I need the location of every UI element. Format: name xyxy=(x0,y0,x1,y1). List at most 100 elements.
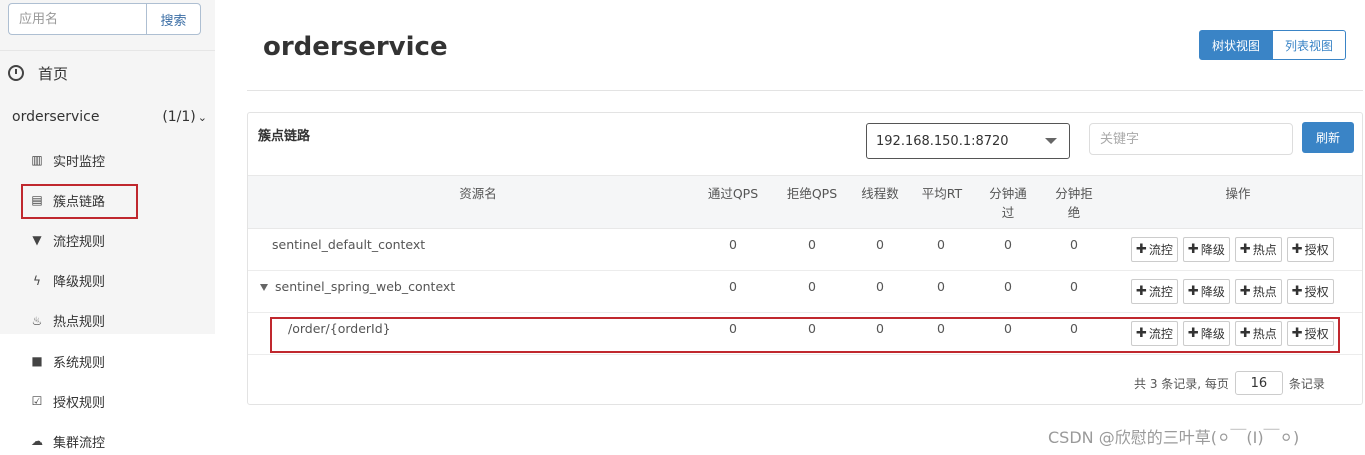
watermark: CSDN @欣慰的三叶草(⚪￣(I)￣⚪) xyxy=(1048,428,1300,447)
plus-icon: ✚ xyxy=(1187,284,1199,299)
cell-block-qps: 0 xyxy=(808,237,816,252)
col-block-qps: 拒绝QPS xyxy=(786,186,838,201)
header-divider xyxy=(247,90,1363,91)
pagination-suffix: 条记录 xyxy=(1288,376,1325,391)
resource-name-cell: sentinel_spring_web_context xyxy=(260,279,455,294)
cell-min-block: 0 xyxy=(1070,237,1078,252)
plus-icon: ✚ xyxy=(1291,242,1303,257)
col-pass-qps: 通过QPS xyxy=(707,186,759,201)
col-threads: 线程数 xyxy=(861,186,899,201)
app-search-input[interactable] xyxy=(8,3,146,35)
cell-pass-qps: 0 xyxy=(729,237,737,252)
cell-threads: 0 xyxy=(876,237,884,252)
button-label: 降级 xyxy=(1200,243,1225,257)
sidebar-item-hotspot-rules[interactable]: ♨ 热点规则 xyxy=(0,301,215,341)
button-label: 流控 xyxy=(1148,243,1173,257)
app-machine-count: (1/1) xyxy=(162,109,196,125)
sidebar-item-realtime[interactable]: ▥ 实时监控 xyxy=(0,140,215,180)
add-hotspot-rule-button[interactable]: ✚ 热点 xyxy=(1234,279,1282,304)
sidebar-item-system-rules[interactable]: ■ 系统规则 xyxy=(0,341,215,381)
app-search: 搜索 xyxy=(8,3,201,35)
button-label: 授权 xyxy=(1304,243,1329,257)
app-name: orderservice xyxy=(12,109,100,125)
plus-icon: ✚ xyxy=(1239,242,1251,257)
sidebar-item-label: 簇点链路 xyxy=(53,194,106,210)
app-group-header[interactable]: orderservice (1/1) ⌄ xyxy=(12,104,207,130)
add-flow-rule-button[interactable]: ✚ 流控 xyxy=(1131,237,1178,262)
cell-min-block: 0 xyxy=(1070,279,1078,294)
caret-down-icon[interactable] xyxy=(260,284,268,291)
plus-icon: ✚ xyxy=(1239,284,1251,299)
col-ops: 操作 xyxy=(1225,186,1251,201)
tree-view-button[interactable]: 树状视图 xyxy=(1199,30,1274,60)
resource-name: sentinel_default_context xyxy=(272,237,426,252)
sidebar-item-degrade-rules[interactable]: ϟ 降级规则 xyxy=(0,261,215,301)
view-switch: 树状视图 列表视图 xyxy=(1199,30,1347,60)
col-min-pass-line1: 分钟通 xyxy=(989,186,1027,201)
page-size-input[interactable]: 16 xyxy=(1234,371,1283,395)
button-label: 降级 xyxy=(1200,285,1225,299)
cell-min-pass: 0 xyxy=(1004,237,1012,252)
button-label: 热点 xyxy=(1252,243,1277,257)
sidebar-item-auth-rules[interactable]: ☑ 授权规则 xyxy=(0,381,215,421)
pagination-total: 共 3 条记录, 每页 xyxy=(1134,376,1229,391)
pagination: 共 3 条记录, 每页 16 条记录 xyxy=(1134,371,1325,395)
cell-block-qps: 0 xyxy=(808,279,816,294)
sidebar-item-label: 热点规则 xyxy=(53,315,106,331)
cloud-icon: ☁ xyxy=(31,434,43,449)
check-square-icon: ☑ xyxy=(31,394,43,409)
cell-avg-rt: 0 xyxy=(937,279,945,294)
sidebar-item-label: 流控规则 xyxy=(53,234,106,250)
sidebar-item-cluster-flow[interactable]: ☁ 集群流控 xyxy=(0,421,215,455)
add-degrade-rule-button[interactable]: ✚ 降级 xyxy=(1182,237,1230,262)
sidebar-item-label: 降级规则 xyxy=(53,275,106,291)
machine-select-value: 192.168.150.1:8720 xyxy=(876,133,1009,149)
add-degrade-rule-button[interactable]: ✚ 降级 xyxy=(1182,279,1230,304)
resource-panel: 簇点链路 192.168.150.1:8720 刷新 资源名 通过QPS 拒绝Q… xyxy=(247,112,1363,405)
sidebar-item-label: 实时监控 xyxy=(53,154,106,170)
button-label: 热点 xyxy=(1252,285,1277,299)
app-search-button[interactable]: 搜索 xyxy=(146,3,201,35)
sidebar-item-label: 首页 xyxy=(38,64,69,83)
row-actions: ✚ 流控 ✚ 降级 ✚ 热点 ✚ 授权 xyxy=(1131,237,1334,262)
col-resource: 资源名 xyxy=(459,186,497,201)
plus-icon: ✚ xyxy=(1136,242,1147,257)
sidebar-item-label: 系统规则 xyxy=(53,355,106,371)
sidebar-item-home[interactable]: 首页 xyxy=(8,58,68,88)
chevron-down-icon: ⌄ xyxy=(197,110,207,124)
col-min-block-line1: 分钟拒 xyxy=(1055,186,1093,201)
cell-min-pass: 0 xyxy=(1004,279,1012,294)
col-min-pass-line2: 过 xyxy=(1001,205,1015,220)
keyword-input[interactable] xyxy=(1089,123,1293,155)
sidebar-item-label: 授权规则 xyxy=(53,395,106,411)
sidebar-menu: ▥ 实时监控 ▤ 簇点链路 ▼ 流控规则 ϟ 降级规则 ♨ 热点规则 ■ 系统规… xyxy=(0,140,215,455)
add-hotspot-rule-button[interactable]: ✚ 热点 xyxy=(1234,237,1282,262)
refresh-button[interactable]: 刷新 xyxy=(1302,122,1354,153)
col-min-block: 分钟拒 绝 xyxy=(1047,184,1101,222)
sidebar-item-cluster-chain[interactable]: ▤ 簇点链路 xyxy=(0,180,215,220)
cell-pass-qps: 0 xyxy=(729,279,737,294)
sidebar: 搜索 首页 orderservice (1/1)⌄ ▥ 实时监控 ▤ 簇点链路 … xyxy=(0,0,215,455)
col-min-pass: 分钟通 过 xyxy=(981,184,1035,222)
filter-icon: ▼ xyxy=(32,233,42,248)
button-label: 流控 xyxy=(1148,285,1173,299)
add-flow-rule-button[interactable]: ✚ 流控 xyxy=(1131,279,1178,304)
row-actions: ✚ 流控 ✚ 降级 ✚ 热点 ✚ 授权 xyxy=(1131,279,1334,304)
machine-select[interactable]: 192.168.150.1:8720 xyxy=(866,123,1070,159)
fire-icon: ♨ xyxy=(31,313,43,328)
plus-icon: ✚ xyxy=(1136,284,1147,299)
add-auth-rule-button[interactable]: ✚ 授权 xyxy=(1286,237,1334,262)
dashboard-icon xyxy=(8,65,24,81)
plus-icon: ✚ xyxy=(1291,284,1303,299)
highlight-annotation xyxy=(270,317,1340,353)
sidebar-item-flow-rules[interactable]: ▼ 流控规则 xyxy=(0,220,215,260)
flash-icon: ϟ xyxy=(33,273,41,288)
col-min-block-line2: 绝 xyxy=(1067,205,1081,220)
table-header: 资源名 通过QPS 拒绝QPS 线程数 平均RT 分钟通 过 分钟拒 绝 操作 xyxy=(248,175,1362,229)
page-title: orderservice xyxy=(263,32,448,62)
add-auth-rule-button[interactable]: ✚ 授权 xyxy=(1286,279,1334,304)
table-row: sentinel_spring_web_context 0 0 0 0 0 0 … xyxy=(248,271,1362,313)
list-view-button[interactable]: 列表视图 xyxy=(1273,30,1347,60)
caret-down-icon xyxy=(1045,138,1057,144)
lock-icon: ■ xyxy=(31,354,43,369)
